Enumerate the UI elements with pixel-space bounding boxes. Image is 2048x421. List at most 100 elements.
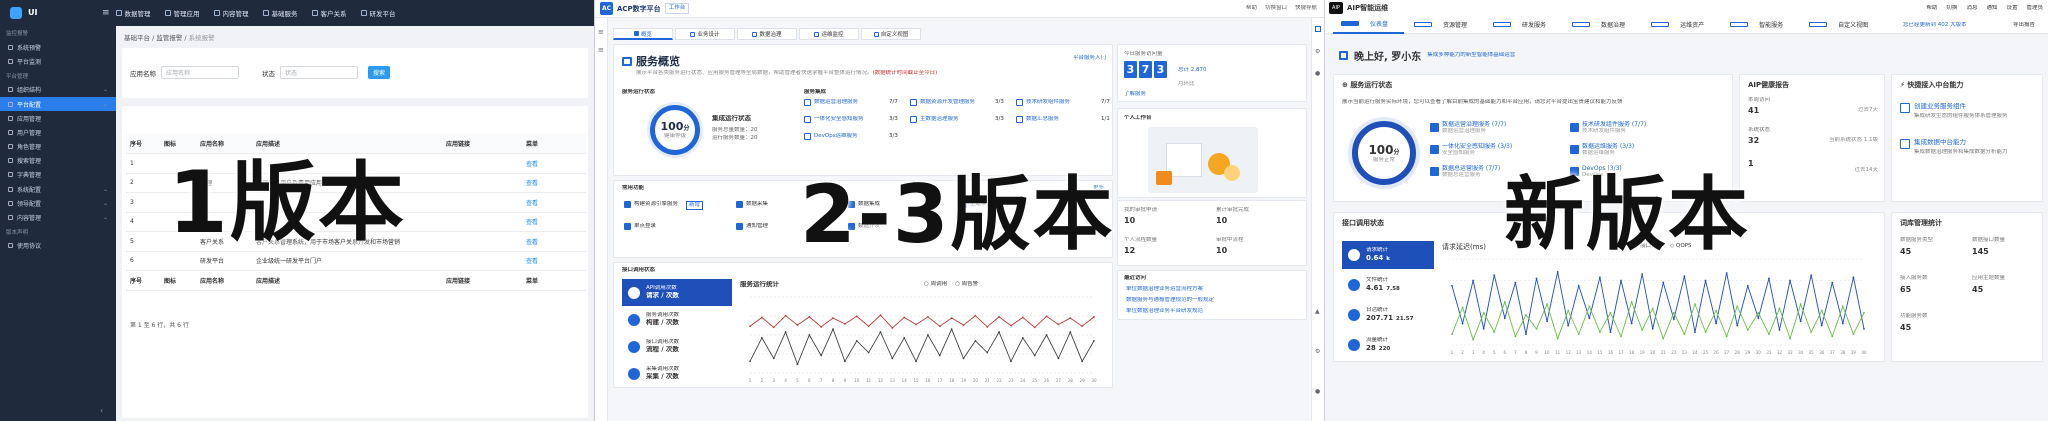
top-nav-item[interactable]: 研发平台 [360,8,396,18]
service-item[interactable]: 一体化安全感知服务 3/3 [804,116,904,123]
data-point[interactable] [998,331,1001,333]
menu-item[interactable]: 研发服务 [1485,16,1562,34]
data-point[interactable] [820,354,823,357]
data-point[interactable] [1746,329,1749,331]
top-tool-link[interactable]: 切换窗口 [1265,5,1287,12]
data-point[interactable] [1451,333,1453,336]
data-point[interactable] [1852,276,1855,279]
data-point[interactable] [1482,327,1485,330]
data-point[interactable] [1535,327,1538,330]
service-item[interactable]: 数据资源开发管理服务 3/3 [910,99,1010,106]
menu-item[interactable]: 运维资产 [1643,16,1720,34]
data-point[interactable] [903,316,906,319]
data-point[interactable] [986,351,989,354]
data-point[interactable] [749,360,751,363]
service-item[interactable]: 数据运营治理服务 7/7 [804,99,904,106]
data-point[interactable] [1651,327,1654,330]
brand-logo-icon[interactable]: AIP [1329,2,1343,14]
sidebar-item[interactable]: 字典管理 [0,168,116,182]
brand-tag[interactable]: 工作台 [664,3,690,14]
data-point[interactable] [784,331,787,333]
data-point[interactable] [1514,281,1517,284]
data-point[interactable] [1831,281,1834,284]
menu-icon[interactable]: ≡ [598,28,604,36]
breadcrumb-item[interactable]: 基础平台 [124,34,150,42]
data-point[interactable] [891,357,894,360]
data-point[interactable] [1081,360,1084,363]
data-point[interactable] [1503,301,1506,303]
top-tool-link[interactable]: 消息 [1966,5,1977,12]
menu-item[interactable]: 数据治理 [1564,16,1641,34]
data-point[interactable] [950,317,953,319]
chevron-down-icon[interactable]: ⌄ [103,101,108,108]
service-item[interactable]: 主数据治理服务 3/3 [910,116,1010,123]
data-point[interactable] [1567,324,1570,327]
data-point[interactable] [808,334,811,336]
data-point[interactable] [1768,277,1770,280]
data-point[interactable] [1799,303,1802,306]
recent-link[interactable]: 单位数据治理业务运营流程方案 [1126,286,1203,293]
metric-item[interactable]: 日活统计 207.71 21.57 [1342,301,1434,329]
data-point[interactable] [1768,333,1770,336]
data-point[interactable] [1461,306,1464,309]
sidebar-item[interactable]: 角色管理 [0,140,116,154]
data-point[interactable] [1630,322,1633,325]
data-point[interactable] [1069,331,1072,333]
data-point[interactable] [1694,331,1696,333]
data-point[interactable] [1546,303,1548,306]
data-point[interactable] [938,325,941,328]
view-tab[interactable]: 运维监控 [799,28,859,40]
service-item[interactable]: 数据运营治理服务 (7/7) 数据运营治理服务 [1430,121,1506,135]
service-item[interactable]: 技术研发组件服务 7/7 [1016,99,1116,106]
data-point[interactable] [1567,309,1570,312]
chevron-down-icon[interactable]: ⌄ [103,200,108,207]
data-point[interactable] [1715,322,1718,325]
view-tab[interactable]: 数据治理 [737,28,797,40]
data-point[interactable] [1556,271,1559,273]
data-point[interactable] [1852,333,1855,336]
data-point[interactable] [1057,357,1060,360]
menu-item[interactable]: 智能服务 [1722,16,1799,34]
recent-link[interactable]: 单位数据治理业务平台研发规范 [1126,308,1203,315]
function-item[interactable]: 单点登录 [624,223,656,230]
data-point[interactable] [1799,320,1802,323]
data-point[interactable] [1789,337,1791,340]
data-point[interactable] [772,357,775,360]
data-point[interactable] [998,315,1001,318]
legend-item[interactable]: ○ 周调用 [924,281,947,288]
data-point[interactable] [1641,273,1644,275]
data-point[interactable] [1081,325,1084,328]
top-nav-item[interactable]: 基础服务 [262,8,298,18]
view-link[interactable]: 查看 [522,251,586,271]
data-point[interactable] [1472,338,1475,341]
user-icon[interactable]: ● [1315,388,1320,395]
data-point[interactable] [1810,331,1813,333]
data-point[interactable] [927,315,929,318]
data-point[interactable] [1704,279,1707,282]
sidebar-item[interactable]: 平台配置 ⌄ [0,96,116,112]
data-point[interactable] [1863,311,1865,314]
data-point[interactable] [1472,279,1475,282]
metric-item[interactable]: 服务调用次数 构建 / 次数 [622,306,732,333]
data-point[interactable] [1641,329,1644,331]
service-item[interactable]: 一体化安全感知服务 (3/3) 安全感知服务 [1430,143,1512,157]
data-point[interactable] [832,328,834,331]
menu-icon[interactable]: ≡ [598,46,604,54]
data-point[interactable] [1831,335,1834,338]
data-point[interactable] [1461,322,1464,325]
search-button[interactable]: 搜索 [368,66,390,79]
view-link[interactable]: 查看 [522,212,586,232]
data-point[interactable] [950,328,953,331]
data-point[interactable] [1588,317,1591,320]
data-point[interactable] [1033,354,1036,357]
data-point[interactable] [749,325,751,328]
data-point[interactable] [1820,324,1823,327]
brand-logo[interactable]: UI [0,0,116,26]
sidebar-item[interactable]: 系统配置 ⌄ [0,182,116,196]
data-point[interactable] [1841,322,1844,325]
data-point[interactable] [1757,317,1760,320]
data-point[interactable] [1069,317,1072,319]
metric-item[interactable]: 请求统计 0.64 k [1342,241,1434,269]
metric-item[interactable]: 采集调用次数 采集 / 次数 [622,360,732,387]
data-point[interactable] [974,314,977,317]
